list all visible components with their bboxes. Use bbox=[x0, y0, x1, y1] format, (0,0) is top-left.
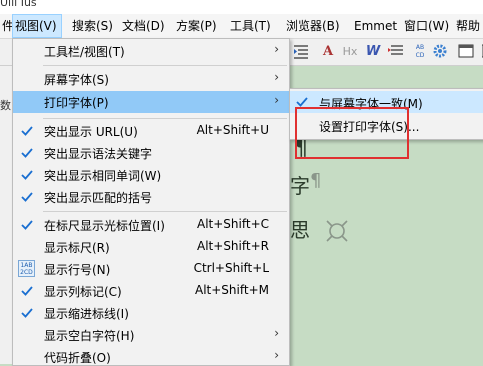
editor-glyph: ¶ bbox=[310, 170, 322, 191]
menu-separator bbox=[43, 65, 287, 66]
menu-item-code-folding[interactable]: 代码折叠(O) › bbox=[13, 346, 289, 365]
menu-item-label: 代码折叠(O) bbox=[44, 351, 111, 365]
view-menu: 工具栏/视图(T) › 屏幕字体(S) › 打印字体(P) › 突出显示 URL… bbox=[12, 38, 290, 366]
menu-window[interactable]: 窗口(W) bbox=[402, 14, 451, 38]
indent-icon[interactable] bbox=[291, 42, 311, 62]
checkmark-icon bbox=[19, 122, 35, 140]
menu-separator bbox=[43, 118, 287, 119]
menu-item-shortcut: Alt+Shift+U bbox=[196, 123, 269, 137]
menu-item-label: 突出显示匹配的括号 bbox=[44, 191, 153, 205]
hx-icon[interactable]: Hx bbox=[340, 42, 360, 62]
menu-tools[interactable]: 工具(T) bbox=[228, 14, 273, 38]
list-icon[interactable] bbox=[386, 42, 406, 62]
menu-bar: 件(F) 视图(V) 搜索(S) 文档(D) 方案(P) 工具(T) 浏览器(B… bbox=[0, 14, 483, 39]
menu-item-label: 打印字体(P) bbox=[44, 96, 109, 110]
menu-help[interactable]: 帮助 bbox=[454, 14, 482, 38]
checkmark-icon bbox=[19, 304, 35, 322]
menu-item-label: 突出显示语法关键字 bbox=[44, 147, 153, 161]
menu-separator bbox=[43, 211, 287, 212]
submenu-arrow-icon: › bbox=[274, 93, 279, 107]
menu-item-screen-font[interactable]: 屏幕字体(S) › bbox=[13, 68, 289, 90]
checkmark-icon bbox=[19, 166, 35, 184]
menu-item-toolbar-view[interactable]: 工具栏/视图(T) › bbox=[13, 40, 289, 62]
line-number-icon: 1AB 2CD bbox=[18, 260, 35, 277]
menu-item-label: 突出显示相同单词(W) bbox=[44, 169, 162, 183]
editor-glyph: 思 bbox=[290, 218, 310, 242]
menu-item-label: 显示列标记(C) bbox=[44, 285, 122, 299]
submenu-arrow-icon: › bbox=[274, 42, 279, 56]
menu-item-label: 屏幕字体(S) bbox=[44, 73, 109, 87]
menu-document[interactable]: 文档(D) bbox=[120, 14, 167, 38]
more-icon[interactable] bbox=[476, 42, 483, 62]
window-icon[interactable] bbox=[456, 42, 476, 62]
menu-item-label: 显示行号(N) bbox=[44, 263, 111, 277]
menu-item-ruler-cursor[interactable]: 在标尺显示光标位置(I) Alt+Shift+C bbox=[13, 214, 289, 236]
submenu-arrow-icon: › bbox=[274, 348, 279, 362]
menu-item-shortcut: Alt+Shift+R bbox=[197, 239, 269, 253]
checkmark-icon bbox=[19, 216, 35, 234]
menu-item-label: 突出显示 URL(U) bbox=[44, 125, 138, 139]
menu-item-shortcut: Alt+Shift+M bbox=[195, 283, 269, 297]
left-gutter-label: 数 bbox=[0, 99, 11, 112]
annotation-highlight-box bbox=[295, 107, 409, 159]
submenu-arrow-icon: › bbox=[274, 326, 279, 340]
checkmark-icon bbox=[19, 188, 35, 206]
word-icon[interactable]: W bbox=[363, 42, 383, 62]
menu-browser[interactable]: 浏览器(B) bbox=[284, 14, 342, 38]
menu-item-indent-guides[interactable]: 显示缩进标线(I) bbox=[13, 302, 289, 324]
checkmark-icon bbox=[19, 144, 35, 162]
menu-item-shortcut: Ctrl+Shift+L bbox=[193, 261, 269, 275]
submenu-arrow-icon: › bbox=[274, 70, 279, 84]
menu-item-highlight-keywords[interactable]: 突出显示语法关键字 bbox=[13, 142, 289, 164]
menu-item-label: 显示空白字符(H) bbox=[44, 329, 135, 343]
menu-item-column-marker[interactable]: 显示列标记(C) Alt+Shift+M bbox=[13, 280, 289, 302]
menu-item-show-ruler[interactable]: 显示标尺(R) Alt+Shift+R bbox=[13, 236, 289, 258]
menu-item-highlight-brackets[interactable]: 突出显示匹配的括号 bbox=[13, 186, 289, 208]
menu-item-print-font[interactable]: 打印字体(P) › bbox=[13, 91, 289, 113]
title-bar: Ulli Ius bbox=[0, 0, 483, 14]
menu-item-shortcut: Alt+Shift+C bbox=[196, 217, 269, 231]
editor-glyph: 字 bbox=[290, 174, 310, 198]
menu-item-highlight-same-words[interactable]: 突出显示相同单词(W) bbox=[13, 164, 289, 186]
menu-item-highlight-url[interactable]: 突出显示 URL(U) Alt+Shift+U bbox=[13, 120, 289, 142]
menu-view[interactable]: 视图(V) bbox=[12, 14, 62, 38]
menu-scheme[interactable]: 方案(P) bbox=[174, 14, 219, 38]
menu-search[interactable]: 搜索(S) bbox=[70, 14, 115, 38]
menu-item-label: 显示标尺(R) bbox=[44, 241, 110, 255]
window-title: Ulli Ius bbox=[0, 0, 37, 9]
checkmark-icon bbox=[19, 282, 35, 300]
menu-item-label: 在标尺显示光标位置(I) bbox=[44, 219, 165, 233]
menu-item-label: 显示缩进标线(I) bbox=[44, 307, 129, 321]
gear-icon[interactable] bbox=[430, 42, 450, 62]
menu-item-whitespace[interactable]: 显示空白字符(H) › bbox=[13, 324, 289, 346]
menu-item-label: 工具栏/视图(T) bbox=[44, 45, 125, 59]
menu-emmet[interactable]: Emmet bbox=[352, 14, 399, 38]
sort-icon[interactable]: AB CD bbox=[410, 42, 430, 62]
whitespace-marker-icon bbox=[324, 218, 350, 247]
font-icon[interactable]: A bbox=[318, 42, 338, 62]
menu-item-line-numbers[interactable]: 1AB 2CD 显示行号(N) Ctrl+Shift+L bbox=[13, 258, 289, 280]
